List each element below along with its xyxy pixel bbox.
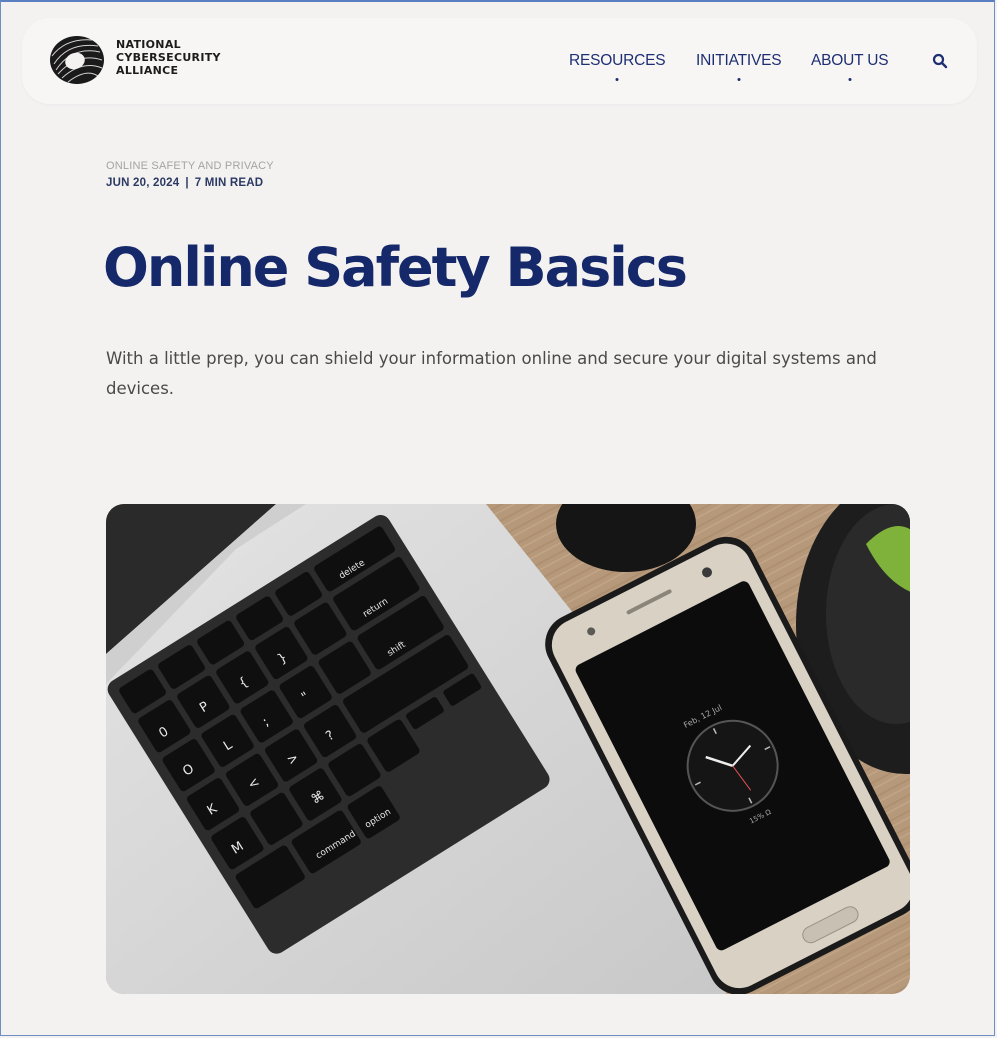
nav-dropdown-indicator: [848, 78, 852, 81]
article-read-time: 7 MIN READ: [194, 177, 264, 189]
laptop-and-smartphone-photo: 0 P { } O L ; " K < > ? M ⌘ delete retur…: [106, 504, 910, 994]
nav-initiatives-label: INITIATIVES: [696, 52, 782, 69]
nav-resources-label: RESOURCES: [569, 52, 666, 69]
article-meta: JUN 20, 2024 | 7 MIN READ: [106, 177, 263, 189]
brand-line-1: NATIONAL: [116, 38, 181, 51]
nav-about-us-label: ABOUT US: [811, 52, 889, 69]
article-category[interactable]: ONLINE SAFETY AND PRIVACY: [106, 160, 274, 172]
page-title: Online Safety Basics: [103, 236, 688, 299]
meta-separator: |: [185, 177, 189, 189]
nav-dropdown-indicator: [615, 78, 619, 81]
nav-resources[interactable]: RESOURCES: [569, 52, 666, 81]
brand-line-2: CYBERSECURITY: [116, 51, 221, 64]
article-intro: With a little prep, you can shield your …: [106, 349, 877, 398]
article-date: JUN 20, 2024: [106, 177, 180, 189]
brand-line-3: ALLIANCE: [116, 64, 179, 77]
site-header: NATIONAL CYBERSECURITY ALLIANCE RESOURCE…: [22, 18, 977, 104]
brand-name[interactable]: NATIONAL CYBERSECURITY ALLIANCE: [116, 38, 221, 77]
search-icon[interactable]: [931, 52, 949, 70]
nav-about-us[interactable]: ABOUT US: [811, 52, 889, 81]
nav-dropdown-indicator: [737, 78, 741, 81]
swirl-logo-icon[interactable]: [48, 34, 106, 86]
hero-image: 0 P { } O L ; " K < > ? M ⌘ delete retur…: [106, 504, 910, 994]
nav-initiatives[interactable]: INITIATIVES: [696, 52, 782, 81]
